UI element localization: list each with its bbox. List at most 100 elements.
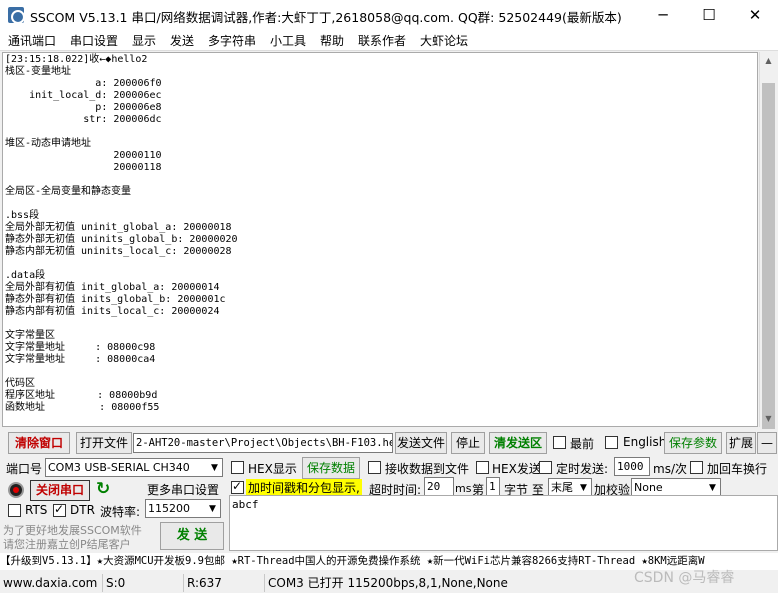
receive-text: [23:15:18.022]收←◆hello2 栈区-变量地址 a: 200006…	[5, 54, 755, 414]
baud-label: 波特率:	[100, 505, 141, 519]
menu-item-tools[interactable]: 小工具	[270, 32, 306, 50]
timed-send-label: 定时发送:	[556, 462, 609, 476]
receive-line: 文字常量地址 : 08000c98	[5, 342, 156, 353]
receive-line	[5, 198, 755, 210]
file-path-input[interactable]: 2-AHT20-master\Project\Objects\BH-F103.h…	[133, 433, 393, 453]
status-website[interactable]: www.daxia.com	[0, 574, 97, 592]
maximize-button[interactable]: ☐	[686, 0, 732, 30]
receive-line	[5, 174, 755, 186]
close-port-button[interactable]: 关闭串口	[30, 480, 90, 501]
clear-send-button[interactable]: 清发送区	[489, 432, 547, 454]
receive-line: 静态内部有初值 inits_local_c: 20000024	[5, 306, 220, 317]
hex-display-checkbox[interactable]	[231, 461, 244, 474]
timestamp-checkbox[interactable]	[231, 479, 244, 494]
receive-line	[5, 366, 755, 378]
receive-line: 全局外部无初值 uninit_global_a: 20000018	[5, 222, 232, 233]
menu-item-port-settings[interactable]: 串口设置	[70, 32, 118, 50]
receive-line: str: 200006dc	[5, 114, 162, 125]
expand-button[interactable]: 扩展	[726, 432, 756, 454]
checksum-select-value: None	[634, 481, 663, 494]
app-logo-icon	[8, 7, 25, 24]
dtr-checkbox[interactable]	[53, 502, 66, 517]
receive-line: 20000118	[5, 162, 162, 173]
status-received: R:637	[183, 574, 222, 592]
dropdown-arrow-icon: ▼	[205, 500, 220, 517]
timeout-input[interactable]: 20	[424, 477, 454, 496]
dropdown-arrow-icon: ▼	[705, 479, 720, 496]
receive-line: 20000110	[5, 150, 162, 161]
receive-line: .bss段	[5, 210, 40, 221]
window-title: SSCOM V5.13.1 串口/网络数据调试器,作者:大虾丁丁,2618058…	[30, 10, 622, 25]
english-checkbox[interactable]	[605, 436, 618, 449]
port-label: 端口号	[6, 462, 43, 476]
port-status-icon	[8, 482, 24, 498]
interval-unit-label: ms/次	[653, 462, 687, 476]
hex-send-checkbox[interactable]	[476, 461, 489, 474]
receive-scrollbar[interactable]: ▲ ▼	[759, 52, 777, 429]
timeout-unit-label: ms	[455, 482, 472, 495]
timestamp-label: 加时间戳和分包显示,	[246, 479, 362, 495]
receive-line: 函数地址 : 08000f55	[5, 402, 160, 413]
dtr-label: DTR	[70, 503, 95, 517]
send-button[interactable]: 发 送	[160, 522, 224, 550]
menu-item-forum[interactable]: 大虾论坛	[420, 32, 468, 50]
open-file-button[interactable]: 打开文件	[76, 432, 132, 454]
watermark: CSDN @马睿睿	[634, 570, 735, 586]
scrollbar-thumb[interactable]	[762, 83, 775, 429]
menu-item-contact-author[interactable]: 联系作者	[358, 32, 406, 50]
receive-line: 代码区	[5, 378, 35, 389]
receive-line: 全局区-全局变量和静态变量	[5, 186, 132, 197]
nth-input[interactable]: 1	[486, 477, 500, 496]
send-file-button[interactable]: 发送文件	[395, 432, 447, 454]
add-newline-label: 加回车换行	[707, 462, 768, 476]
recv-to-file-label: 接收数据到文件	[385, 462, 470, 476]
menu-item-display[interactable]: 显示	[132, 32, 156, 50]
send-text: abcf	[232, 498, 259, 511]
dropdown-arrow-icon: ▼	[207, 459, 222, 476]
receive-line: init_local_d: 200006ec	[5, 90, 162, 101]
port-select[interactable]: COM3 USB-SERIAL CH340 ▼	[45, 458, 223, 477]
receive-line: [23:15:18.022]收←◆hello2	[5, 54, 148, 65]
scroll-up-icon[interactable]: ▲	[760, 52, 777, 69]
receive-line: 文字常量区	[5, 330, 55, 341]
promo-line-2: 请您注册嘉立创P结尾客户	[3, 538, 131, 551]
receive-line	[5, 126, 755, 138]
receive-line: 堆区-动态申请地址	[5, 138, 92, 149]
title-bar: SSCOM V5.13.1 串口/网络数据调试器,作者:大虾丁丁,2618058…	[0, 0, 778, 30]
stop-button[interactable]: 停止	[451, 432, 485, 454]
to-select-value: 末尾	[551, 481, 573, 494]
recv-to-file-checkbox[interactable]	[368, 461, 381, 474]
collapse-button[interactable]: —	[757, 432, 777, 454]
topmost-checkbox[interactable]	[553, 436, 566, 449]
topmost-label: 最前	[570, 437, 595, 451]
menu-item-multi-string[interactable]: 多字符串	[208, 32, 256, 50]
baud-select-value: 115200	[148, 502, 190, 515]
add-newline-checkbox[interactable]	[690, 461, 703, 474]
menu-bar: 通讯端口 串口设置 显示 发送 多字符串 小工具 帮助 联系作者 大虾论坛	[0, 30, 778, 51]
baud-select[interactable]: 115200 ▼	[145, 499, 221, 518]
receive-area[interactable]: [23:15:18.022]收←◆hello2 栈区-变量地址 a: 200006…	[2, 52, 758, 427]
timed-send-checkbox[interactable]	[539, 461, 552, 474]
menu-item-comm-port[interactable]: 通讯端口	[8, 32, 56, 50]
more-settings-link[interactable]: 更多串口设置	[147, 481, 219, 498]
port-select-value: COM3 USB-SERIAL CH340	[48, 461, 190, 474]
send-textarea[interactable]: abcf	[229, 495, 778, 551]
clear-window-button[interactable]: 清除窗口	[8, 432, 70, 454]
scroll-down-icon[interactable]: ▼	[760, 410, 777, 427]
hex-display-label: HEX显示	[248, 462, 297, 476]
rts-label: RTS	[25, 503, 48, 517]
status-sent: S:0	[102, 574, 125, 592]
save-data-button[interactable]: 保存数据	[302, 457, 360, 479]
receive-line	[5, 258, 755, 270]
save-params-button[interactable]: 保存参数	[664, 432, 722, 454]
menu-item-help[interactable]: 帮助	[320, 32, 344, 50]
refresh-icon[interactable]: ↻	[96, 480, 114, 498]
close-button[interactable]: ✕	[732, 0, 778, 30]
rts-checkbox[interactable]	[8, 504, 21, 517]
minimize-button[interactable]: ─	[640, 0, 686, 30]
receive-line: 静态外部无初值 uninits_global_b: 20000020	[5, 234, 238, 245]
hex-send-label: HEX发送	[492, 462, 541, 476]
menu-item-send[interactable]: 发送	[170, 32, 194, 50]
dropdown-arrow-icon: ▼	[576, 479, 591, 496]
interval-input[interactable]: 1000	[614, 457, 650, 476]
